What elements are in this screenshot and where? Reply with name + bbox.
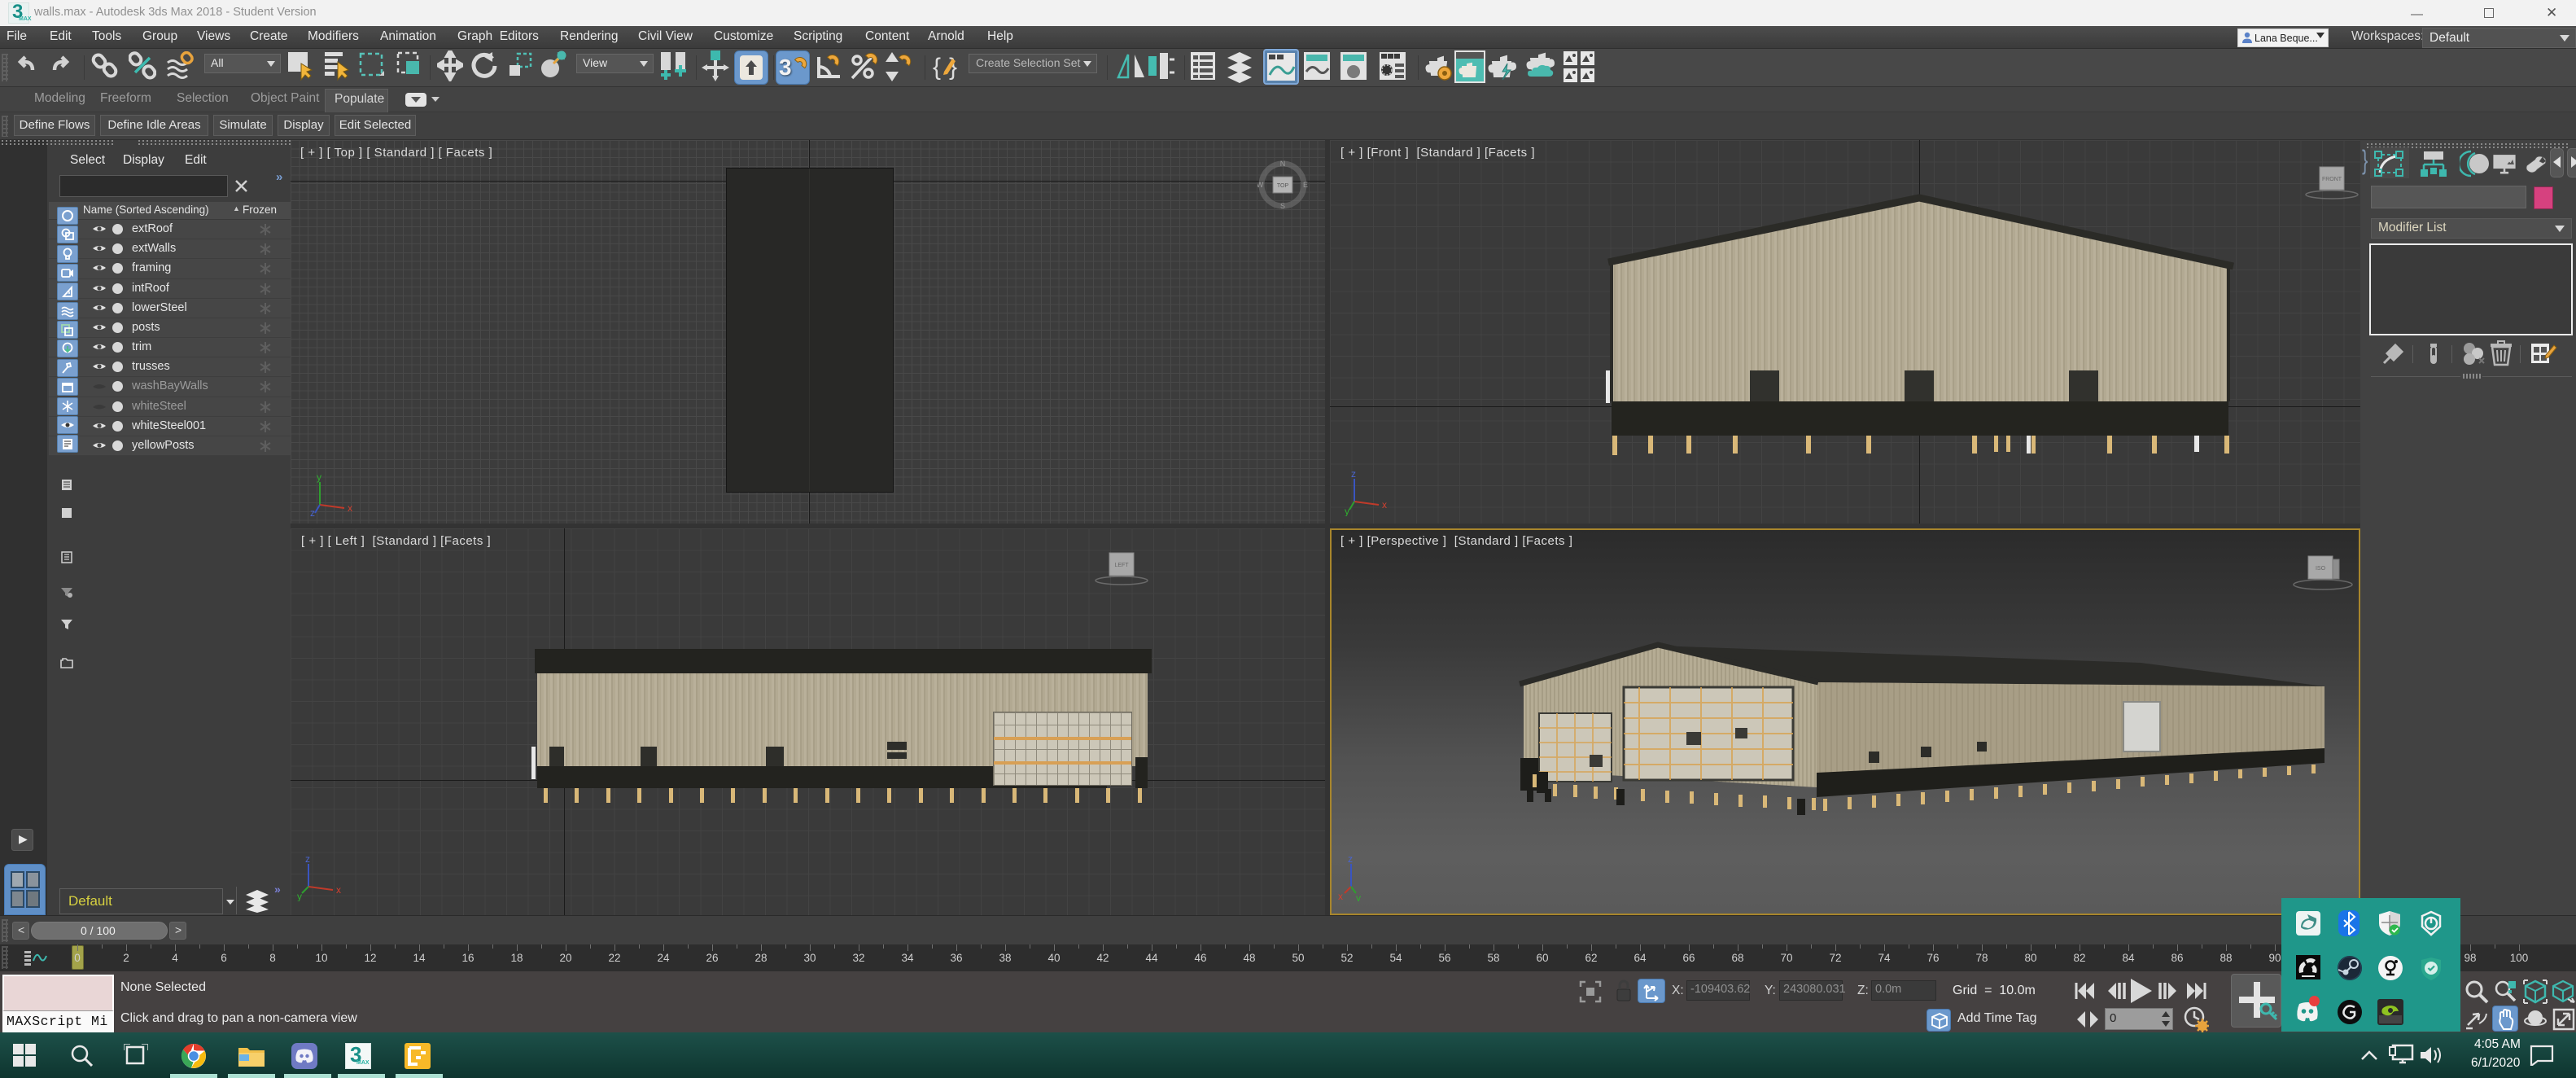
svg-text:LEFT: LEFT [1114,563,1129,568]
svg-text:N: N [1280,160,1286,168]
svg-text:z: z [305,854,310,865]
svg-text:x: x [1382,499,1387,511]
svg-text:{: { [933,54,941,81]
svg-text:x: x [1338,891,1343,901]
svg-text:z: z [1348,853,1353,865]
svg-text:E: E [1303,181,1308,189]
svg-text:W: W [1257,181,1264,189]
svg-text:y: y [1356,892,1361,901]
svg-text:S: S [1280,202,1285,210]
svg-text:FRONT: FRONT [2322,177,2342,182]
svg-text:x: x [348,502,352,514]
svg-text:ISO: ISO [2316,566,2326,572]
svg-text:z: z [310,507,315,517]
svg-text:y: y [1345,506,1349,516]
svg-text:TOP: TOP [1277,183,1289,189]
svg-text:y: y [297,891,302,901]
svg-text:x: x [336,884,341,896]
svg-text:z: z [1351,469,1356,480]
svg-text:y: y [317,472,321,483]
